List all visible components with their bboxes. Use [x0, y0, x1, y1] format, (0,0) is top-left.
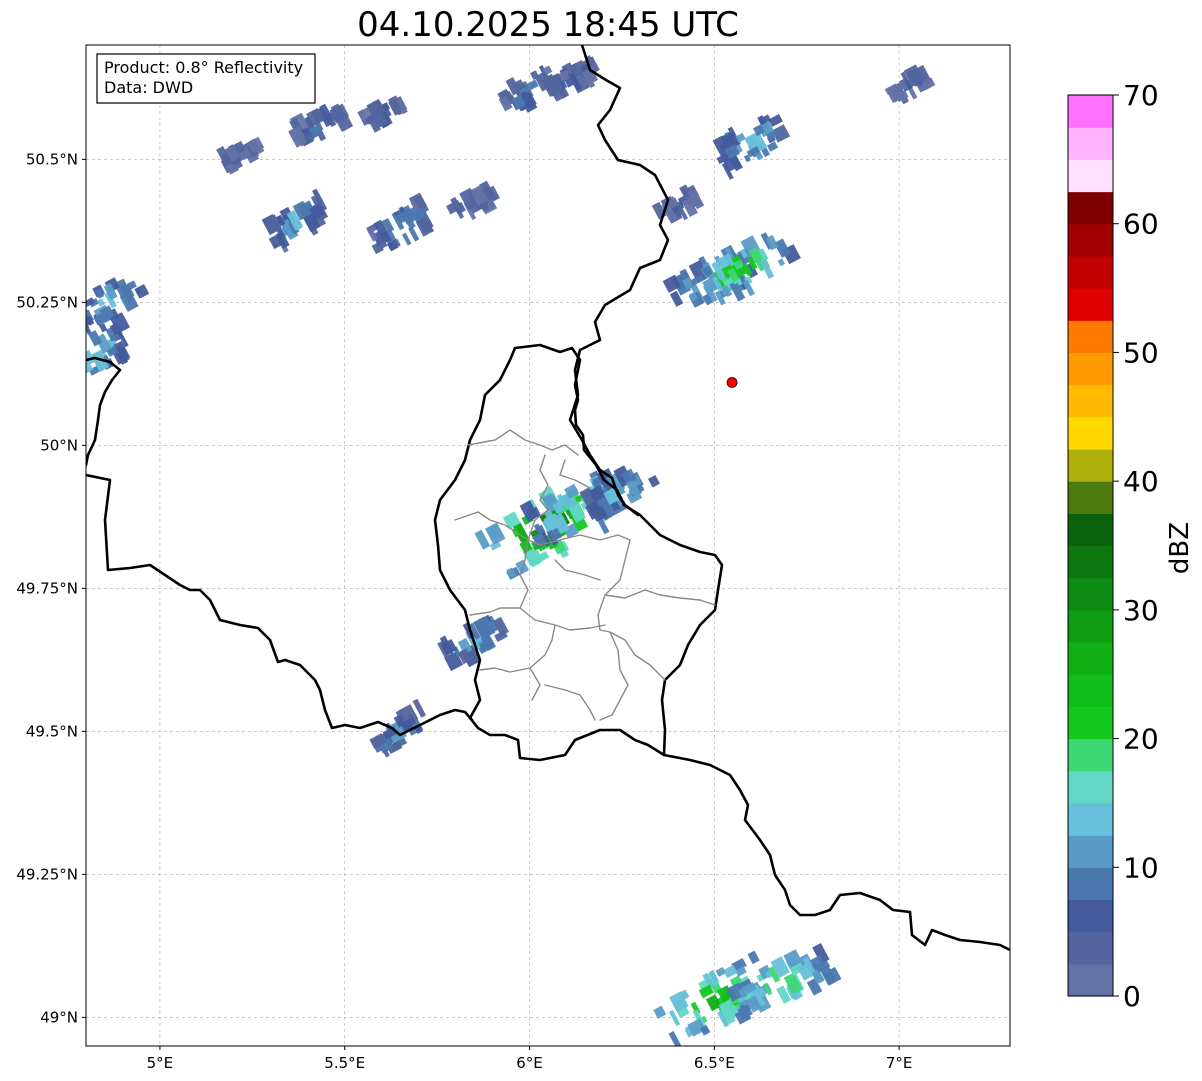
colorbar-tick-label: 50 [1123, 336, 1159, 369]
colorbar-segment [1068, 352, 1113, 386]
colorbar-tick-label: 40 [1123, 465, 1159, 498]
colorbar-segment [1068, 577, 1113, 611]
radar-map-figure: 5°E 5.5°E 6°E 6.5°E 7°E 50.5°N 50.25°N 50°N 49.… [16, 44, 1195, 1072]
echo-pixel [58, 373, 69, 384]
lat-tick-label: 49.5°N [26, 722, 78, 740]
colorbar-segment [1068, 513, 1113, 547]
colorbar-tick-label: 60 [1123, 208, 1159, 241]
colorbar-segment [1068, 255, 1113, 289]
colorbar-segment [1068, 899, 1113, 933]
lat-tick-label: 50.25°N [16, 293, 78, 311]
colorbar-label: dBZ [1165, 522, 1195, 574]
lon-tick-label: 6.5°E [694, 1054, 735, 1072]
colorbar-segment [1068, 288, 1113, 321]
echo-pixel [75, 354, 83, 362]
colorbar-tick-label: 20 [1123, 723, 1159, 756]
lat-tick-label: 50°N [40, 436, 78, 454]
colorbar-tick-label: 0 [1123, 980, 1141, 1013]
colorbar-segment [1068, 867, 1113, 901]
echo-pixel [67, 362, 76, 371]
lat-tick-label: 49.25°N [16, 865, 78, 883]
latitude-ticks: 50.5°N 50.25°N 50°N 49.75°N 49.5°N 49.25°N 49°… [16, 150, 86, 1026]
colorbar-segment [1068, 674, 1113, 707]
colorbar-tick-label: 70 [1123, 79, 1159, 112]
echo-pixel [54, 350, 71, 367]
echo-pixel [67, 337, 85, 354]
echo-pixel [66, 350, 82, 371]
colorbar-segment [1068, 384, 1113, 418]
lon-tick-label: 5.5°E [324, 1054, 365, 1072]
colorbar-segment [1068, 642, 1113, 675]
colorbar-segment [1068, 416, 1113, 450]
colorbar-segment [1068, 738, 1113, 772]
colorbar-tick-label: 30 [1123, 594, 1159, 627]
echo-pixel [53, 349, 68, 366]
info-product-text: Product: 0.8° Reflectivity [104, 58, 303, 77]
colorbar-segment [1068, 191, 1113, 225]
info-data-text: Data: DWD [104, 78, 193, 97]
lon-tick-label: 7°E [886, 1054, 913, 1072]
lon-tick-label: 5°E [147, 1054, 174, 1072]
colorbar-segment [1068, 223, 1113, 257]
colorbar-segment [1068, 963, 1113, 997]
lat-tick-label: 50.5°N [26, 150, 78, 168]
colorbar-segment [1068, 706, 1113, 740]
colorbar-segment [1068, 127, 1113, 160]
radar-site-marker [726, 377, 738, 388]
colorbar [1068, 95, 1113, 997]
echo-pixel [60, 375, 76, 389]
lat-tick-label: 49.75°N [16, 579, 78, 597]
colorbar-segment [1068, 770, 1113, 804]
lat-tick-label: 49°N [40, 1008, 78, 1026]
colorbar-segment [1068, 802, 1113, 836]
colorbar-segment [1068, 931, 1113, 965]
colorbar-segment [1068, 95, 1113, 128]
colorbar-segment [1068, 320, 1113, 354]
longitude-ticks: 5°E 5.5°E 6°E 6.5°E 7°E [147, 1046, 913, 1072]
info-box: Product: 0.8° Reflectivity Data: DWD [96, 53, 316, 104]
colorbar-segment [1068, 481, 1113, 514]
echo-pixel [59, 366, 72, 384]
colorbar-segment [1068, 448, 1113, 482]
echo-pixel [71, 310, 83, 322]
echo-pixel [61, 347, 78, 364]
colorbar-tick-label: 10 [1123, 851, 1159, 884]
colorbar-ticks: 0 10 20 30 40 50 60 70 [1113, 79, 1159, 1013]
colorbar-segment [1068, 835, 1113, 868]
lon-tick-label: 6°E [516, 1054, 543, 1072]
echo-pixel [58, 354, 76, 376]
echo-pixel [69, 357, 85, 376]
colorbar-segment [1068, 159, 1113, 193]
colorbar-segment [1068, 545, 1113, 579]
colorbar-segment [1068, 609, 1113, 643]
